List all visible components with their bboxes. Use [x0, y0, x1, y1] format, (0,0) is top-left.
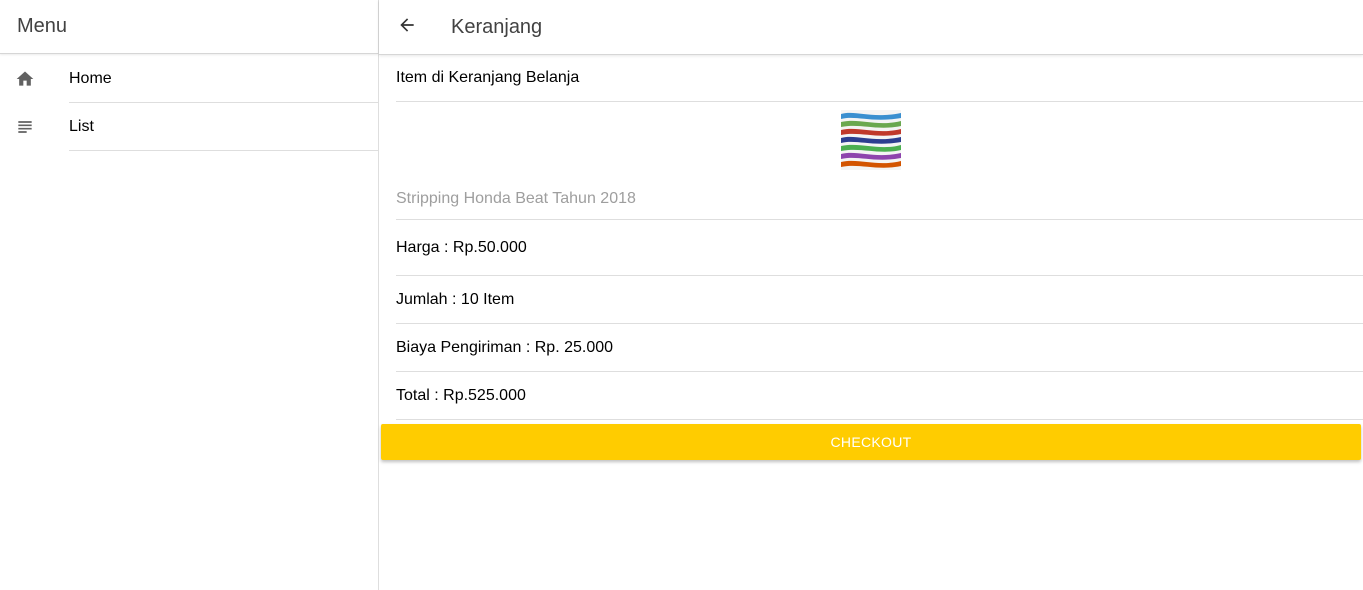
- cart-content: Item di Keranjang Belanja Stripping Hond: [379, 55, 1363, 420]
- main-content: Keranjang Item di Keranjang Belanja Stri…: [379, 0, 1363, 590]
- sidebar-header: Menu: [0, 0, 378, 54]
- sidebar-title: Menu: [17, 15, 68, 37]
- product-name: Stripping Honda Beat Tahun 2018: [396, 190, 636, 207]
- product-item: Stripping Honda Beat Tahun 2018: [396, 102, 1363, 220]
- sidebar-item-list[interactable]: List: [0, 103, 378, 151]
- product-thumbnail: [841, 110, 901, 170]
- cart-heading: Item di Keranjang Belanja: [396, 55, 1363, 102]
- home-icon: [15, 69, 35, 89]
- price-row: Harga : Rp.50.000: [396, 220, 1363, 276]
- sidebar-item-label: Home: [69, 55, 378, 103]
- arrow-left-icon: [397, 15, 417, 40]
- back-button[interactable]: [379, 0, 435, 55]
- list-icon: [15, 117, 35, 137]
- menu-list: Home List: [0, 54, 378, 151]
- shipping-row: Biaya Pengiriman : Rp. 25.000: [396, 324, 1363, 372]
- total-row: Total : Rp.525.000: [396, 372, 1363, 420]
- sidebar-item-label: List: [69, 103, 378, 151]
- sidebar-menu: Menu Home List: [0, 0, 379, 590]
- page-title: Keranjang: [451, 15, 543, 38]
- checkout-button[interactable]: CHECKOUT: [381, 424, 1361, 460]
- sidebar-item-home[interactable]: Home: [0, 55, 378, 103]
- app-root: Menu Home List Keranjang Item di Keranja…: [0, 0, 1363, 590]
- top-toolbar: Keranjang: [379, 0, 1363, 55]
- quantity-row: Jumlah : 10 Item: [396, 276, 1363, 324]
